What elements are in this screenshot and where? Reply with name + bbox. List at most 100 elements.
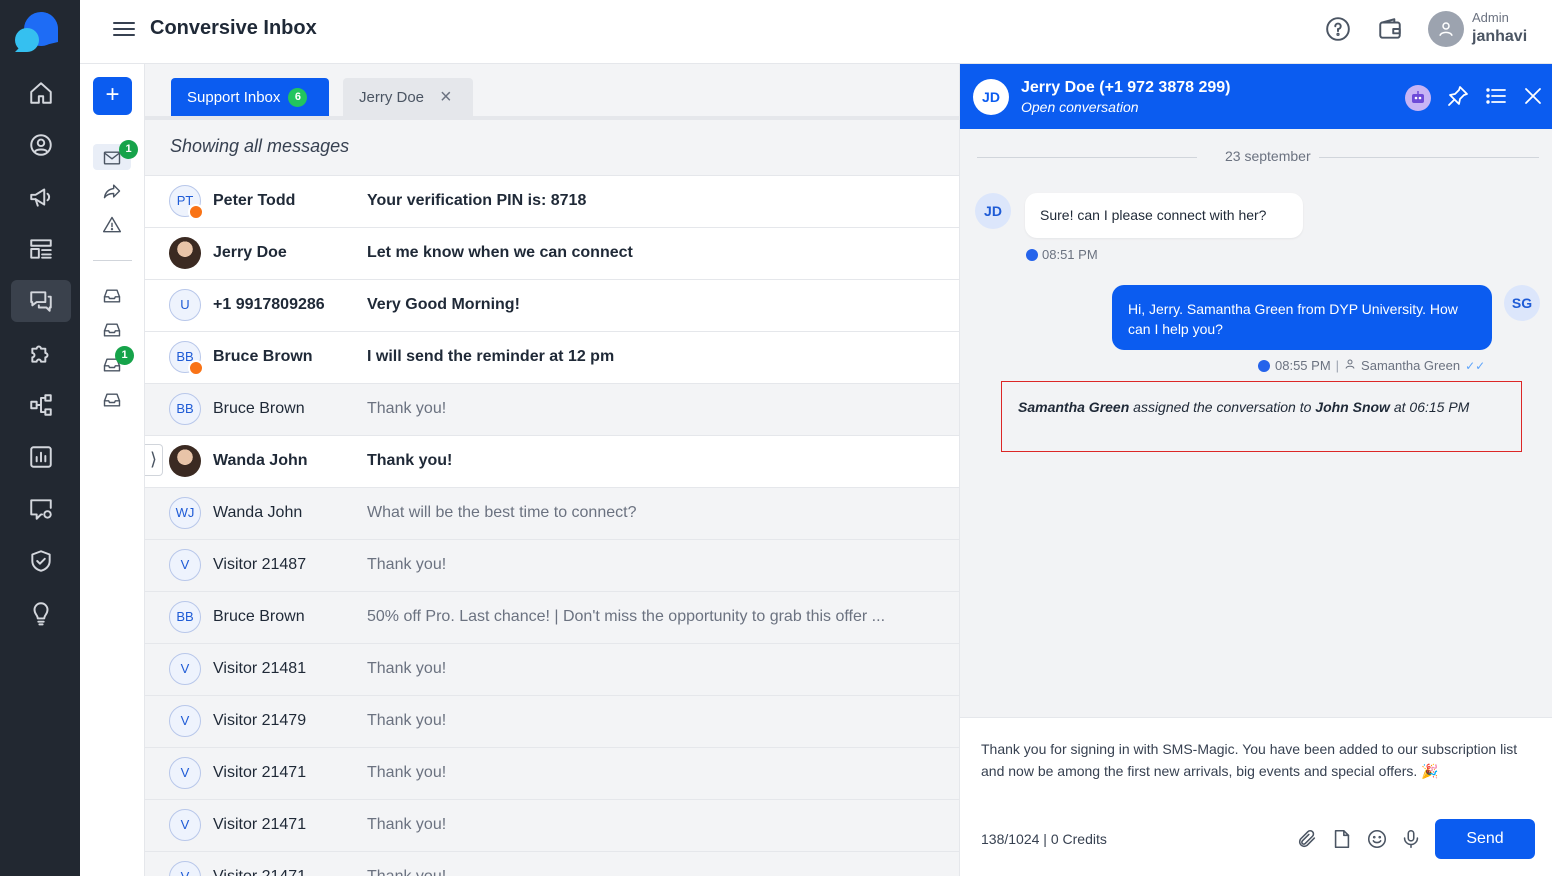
nav-templates[interactable]: [11, 228, 71, 270]
person-icon: [1344, 358, 1356, 373]
contact-name: Wanda John: [213, 504, 303, 521]
contact-avatar: WJ: [169, 497, 201, 529]
warning-icon[interactable]: [102, 215, 124, 237]
compose-button[interactable]: +: [93, 77, 132, 115]
tab-count-badge: 6: [288, 87, 308, 107]
nav-campaigns[interactable]: [11, 176, 71, 218]
contact-avatar: V: [169, 861, 201, 876]
hubspot-icon: [188, 204, 204, 220]
contact-name: Bruce Brown: [213, 608, 305, 625]
contact-avatar: BB: [169, 393, 201, 425]
contact-name: +1 9917809286: [213, 296, 325, 313]
microphone-icon[interactable]: [1400, 828, 1422, 850]
close-icon[interactable]: [1521, 84, 1545, 108]
message-preview: What will be the best time to connect?: [367, 504, 637, 521]
tab-jerry-doe[interactable]: Jerry Doe ×: [343, 78, 473, 116]
megaphone-icon: [30, 188, 51, 207]
help-icon[interactable]: [1325, 16, 1351, 42]
event-time: 06:15 PM: [1409, 399, 1470, 415]
inbox-tray-icon[interactable]: [102, 390, 124, 412]
message-input[interactable]: Thank you for signing in with SMS-Magic.…: [981, 738, 1531, 782]
nav-chat-settings[interactable]: [11, 488, 71, 530]
message-preview: Thank you!: [367, 452, 453, 469]
conversation-row[interactable]: PT Peter Todd Your verification PIN is: 87…: [145, 175, 959, 227]
event-at: at: [1389, 399, 1410, 415]
message-preview: Thank you!: [367, 400, 447, 417]
conversation-row[interactable]: V Visitor 21479 Thank you!: [145, 695, 959, 747]
conversation-rows: PT Peter Todd Your verification PIN is: 87…: [145, 175, 959, 876]
outgoing-meta: 08:55 PM | Samantha Green ✓✓: [1258, 358, 1485, 373]
message-preview: 50% off Pro. Last chance! | Don't miss t…: [367, 608, 886, 625]
conversation-row[interactable]: WJ Wanda John What will be the best time t…: [145, 487, 959, 539]
nav-compliance[interactable]: [11, 540, 71, 582]
message-preview: Thank you!: [367, 712, 447, 729]
bar-chart-icon: [30, 446, 52, 468]
nav-integrations[interactable]: [11, 332, 71, 374]
chat-settings-icon: [30, 499, 52, 520]
conversation-row[interactable]: V Visitor 21471 Thank you!: [145, 747, 959, 799]
inbox-tabs: Support Inbox 6 Jerry Doe ×: [145, 64, 959, 118]
mail-count-badge: 1: [119, 140, 138, 159]
hamburger-menu-icon[interactable]: [113, 18, 135, 40]
nav-reports[interactable]: [11, 436, 71, 478]
nav-conversations[interactable]: [11, 280, 71, 322]
assignment-event: Samantha Green assigned the conversation…: [1001, 381, 1522, 452]
list-icon[interactable]: [1484, 84, 1508, 108]
conversation-row[interactable]: Wanda John Thank you!: [145, 435, 959, 487]
contact-avatar: V: [169, 653, 201, 685]
conversation-row[interactable]: BB Bruce Brown Thank you!: [145, 383, 959, 435]
home-icon: [30, 82, 52, 104]
nav-home[interactable]: [11, 72, 71, 114]
bot-icon[interactable]: [1405, 85, 1431, 111]
app-logo[interactable]: [12, 8, 62, 56]
contact-name: Visitor 21479: [213, 712, 307, 729]
send-button[interactable]: Send: [1435, 819, 1535, 859]
tab-label: Support Inbox: [187, 88, 281, 106]
contact-avatar: PT: [169, 185, 204, 220]
message-preview: I will send the reminder at 12 pm: [367, 348, 615, 365]
conversation-row[interactable]: Jerry Doe Let me know when we can connect: [145, 227, 959, 279]
user-avatar[interactable]: [1428, 11, 1464, 47]
message-preview: Thank you!: [367, 868, 446, 876]
inbox-rail: + 1 1: [80, 64, 145, 876]
nav-contacts[interactable]: [11, 124, 71, 166]
collapse-panel-handle[interactable]: ⟩: [145, 444, 163, 476]
wallet-icon[interactable]: [1377, 16, 1403, 42]
sender-avatar: JD: [975, 193, 1011, 229]
emoji-icon[interactable]: [1366, 828, 1388, 850]
nav-ideas[interactable]: [11, 592, 71, 634]
page-title: Conversive Inbox: [150, 17, 317, 39]
inbox-tray-icon[interactable]: [102, 320, 124, 342]
conversation-row[interactable]: U +1 9917809286 Very Good Morning!: [145, 279, 959, 331]
contact-name: Visitor 21471: [213, 868, 306, 876]
user-role: Admin: [1472, 10, 1509, 25]
message-composer: Thank you for signing in with SMS-Magic.…: [960, 717, 1552, 876]
hubspot-icon: [188, 360, 204, 376]
pin-icon[interactable]: [1446, 84, 1470, 108]
incoming-time: 08:51 PM: [1042, 247, 1098, 262]
conversation-row[interactable]: V Visitor 21487 Thank you!: [145, 539, 959, 591]
contact-avatar: JD: [973, 79, 1009, 115]
conversation-row[interactable]: V Visitor 21471 Thank you!: [145, 799, 959, 851]
shield-check-icon: [31, 550, 51, 572]
contact-avatar: U: [169, 289, 201, 321]
conversation-row[interactable]: BB Bruce Brown 50% off Pro. Last chance! |…: [145, 591, 959, 643]
sms-channel-icon: [1026, 248, 1038, 261]
outgoing-sender: Samantha Green: [1361, 358, 1461, 373]
message-preview: Thank you!: [367, 556, 447, 573]
template-file-icon[interactable]: [1331, 828, 1353, 850]
nav-workflows[interactable]: [11, 384, 71, 426]
conversation-row[interactable]: V Visitor 21471 Thank you!: [145, 851, 959, 876]
meta-separator: |: [1335, 358, 1340, 373]
conversation-row[interactable]: V Visitor 21481 Thank you!: [145, 643, 959, 695]
user-name[interactable]: janhavi: [1472, 28, 1527, 46]
chat-bubbles-icon: [30, 291, 52, 312]
message-preview: Thank you!: [367, 660, 447, 677]
tab-support-inbox[interactable]: Support Inbox 6: [171, 78, 329, 116]
inbox-tray-icon[interactable]: [102, 286, 124, 308]
forward-icon[interactable]: [102, 181, 124, 203]
attachment-icon[interactable]: [1296, 828, 1318, 850]
outgoing-message: Hi, Jerry. Samantha Green from DYP Unive…: [1112, 285, 1492, 350]
conversation-row[interactable]: BB Bruce Brown I will send the reminder at…: [145, 331, 959, 383]
close-tab-icon[interactable]: ×: [440, 87, 452, 107]
